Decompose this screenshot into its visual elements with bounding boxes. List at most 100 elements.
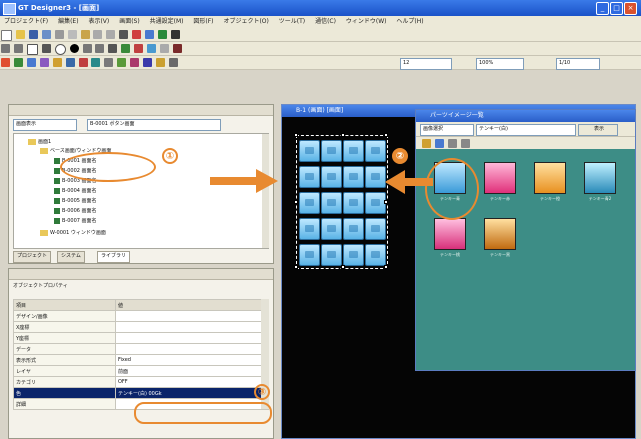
text-icon[interactable]	[108, 44, 118, 53]
screen-select-dropdown[interactable]: B-0001 ボタン画面	[87, 119, 221, 131]
menu-item-view[interactable]: 表示(V)	[84, 16, 113, 28]
menu-item-common[interactable]: 共通設定(M)	[146, 16, 188, 28]
property-value[interactable]: テンキー(白) 00Gk	[115, 387, 269, 399]
parts-show-button[interactable]: 表示	[578, 124, 618, 136]
zoom-combo[interactable]: 100%	[476, 58, 524, 70]
polyline-icon[interactable]	[13, 44, 23, 53]
comment-icon[interactable]	[65, 58, 75, 67]
project-view-dropdown[interactable]: 画面表示	[13, 119, 77, 131]
tab-system[interactable]: システム	[57, 251, 85, 263]
undo-icon[interactable]	[93, 30, 103, 39]
tool-blue-icon[interactable]	[145, 30, 155, 39]
ascii-icon[interactable]	[39, 58, 49, 67]
resize-handle[interactable]	[341, 133, 345, 137]
parts-category-dropdown[interactable]: 画像選択	[420, 124, 474, 136]
redo-icon[interactable]	[106, 30, 116, 39]
filled-circle-icon[interactable]	[69, 44, 79, 53]
keypad-object[interactable]	[294, 133, 388, 269]
property-row[interactable]: レイヤ 前面	[13, 365, 269, 377]
tool-arrow-icon[interactable]	[170, 30, 180, 39]
parts-type-dropdown[interactable]: テンキー(白)	[476, 124, 576, 136]
property-row[interactable]: X座標	[13, 321, 269, 333]
property-value[interactable]: OFF	[115, 376, 269, 388]
property-value[interactable]: Fixed	[115, 354, 269, 366]
menu-item-tools[interactable]: ツール(T)	[275, 16, 309, 28]
resize-handle[interactable]	[294, 133, 298, 137]
property-value[interactable]	[115, 310, 269, 322]
close-button[interactable]: ×	[624, 2, 637, 15]
image-icon[interactable]	[147, 44, 157, 53]
lamp-icon[interactable]	[13, 58, 23, 67]
paste-icon[interactable]	[80, 30, 90, 39]
tree-node-screen-6[interactable]: B-0006 画面名	[54, 207, 97, 215]
line-icon[interactable]	[1, 44, 10, 53]
arc-icon[interactable]	[82, 44, 92, 53]
property-value[interactable]: 前面	[115, 365, 269, 377]
property-row[interactable]: 表示形式 Fixed	[13, 354, 269, 366]
circle-icon[interactable]	[54, 44, 66, 55]
resize-handle[interactable]	[341, 265, 345, 269]
parts-thumb-dark[interactable]	[484, 218, 516, 250]
property-value[interactable]	[115, 343, 269, 355]
recipe-icon[interactable]	[156, 58, 166, 67]
rectangle-icon[interactable]	[26, 44, 38, 55]
date-icon[interactable]	[52, 58, 62, 67]
pie-icon[interactable]	[95, 44, 105, 53]
tree-node-root[interactable]: 画面1	[28, 138, 51, 146]
grid-combo[interactable]: 1/10	[556, 58, 600, 70]
menu-item-screen[interactable]: 画面(S)	[115, 16, 144, 28]
property-row[interactable]: Y座標	[13, 332, 269, 344]
save-icon[interactable]	[28, 30, 38, 39]
property-value[interactable]	[115, 321, 269, 333]
tree-node-screen-7[interactable]: B-0007 画面名	[54, 217, 97, 225]
device-icon[interactable]	[168, 58, 178, 67]
alarm-icon[interactable]	[78, 58, 88, 67]
menu-item-object[interactable]: オブジェクト(O)	[219, 16, 272, 28]
layer-combo[interactable]: 12	[400, 58, 452, 70]
minimize-button[interactable]: _	[596, 2, 609, 15]
parts-thumb-pink[interactable]	[434, 218, 466, 250]
parts-icon[interactable]	[91, 58, 101, 67]
parts-thumb-blue-2[interactable]	[584, 162, 616, 194]
tool-red-icon[interactable]	[132, 30, 142, 39]
menu-item-project[interactable]: プロジェクト(F)	[0, 16, 52, 28]
parts-thumb-orange[interactable]	[534, 162, 566, 194]
menu-item-window[interactable]: ウィンドウ(W)	[342, 16, 391, 28]
resize-handle[interactable]	[294, 200, 298, 204]
meter-icon[interactable]	[117, 58, 127, 67]
menu-item-edit[interactable]: 編集(E)	[54, 16, 82, 28]
paint-icon[interactable]	[134, 44, 144, 53]
tab-project[interactable]: プロジェクト	[13, 251, 52, 263]
folder-icon[interactable]	[422, 139, 431, 148]
property-row[interactable]: データ	[13, 343, 269, 355]
property-row-selected[interactable]: 色テンキー(白) 00Gk	[13, 387, 269, 399]
parts-thumb-red[interactable]	[484, 162, 516, 194]
tab-library[interactable]: ライブラリ	[97, 251, 131, 263]
resize-handle[interactable]	[294, 265, 298, 269]
list-icon[interactable]	[447, 139, 457, 148]
menu-item-help[interactable]: ヘルプ(H)	[392, 16, 427, 28]
resize-handle[interactable]	[384, 200, 388, 204]
property-value[interactable]	[115, 332, 269, 344]
polygon-icon[interactable]	[41, 44, 51, 53]
copy-icon[interactable]	[67, 30, 77, 39]
graph-icon[interactable]	[104, 58, 114, 67]
new-icon[interactable]	[1, 30, 12, 41]
grid-icon[interactable]	[460, 139, 470, 148]
print-icon[interactable]	[41, 30, 51, 39]
dxf-icon[interactable]	[160, 44, 170, 53]
view-icon[interactable]	[434, 139, 444, 148]
property-row[interactable]: デザイン/画像	[13, 310, 269, 322]
tree-node-window[interactable]: W-0001 ウィンドウ画面	[40, 229, 106, 237]
trend-icon[interactable]	[130, 58, 140, 67]
stop-icon[interactable]	[172, 44, 182, 53]
scale-icon[interactable]	[121, 44, 131, 53]
menu-item-communication[interactable]: 通信(C)	[311, 16, 340, 28]
tree-node-screen-4[interactable]: B-0004 画面名	[54, 187, 97, 195]
resize-handle[interactable]	[384, 265, 388, 269]
menu-item-figure[interactable]: 図形(F)	[189, 16, 217, 28]
tool-green-icon[interactable]	[158, 30, 168, 39]
numeric-icon[interactable]	[26, 58, 36, 67]
open-icon[interactable]	[15, 30, 25, 39]
tree-node-screen-5[interactable]: B-0005 画面名	[54, 197, 97, 205]
